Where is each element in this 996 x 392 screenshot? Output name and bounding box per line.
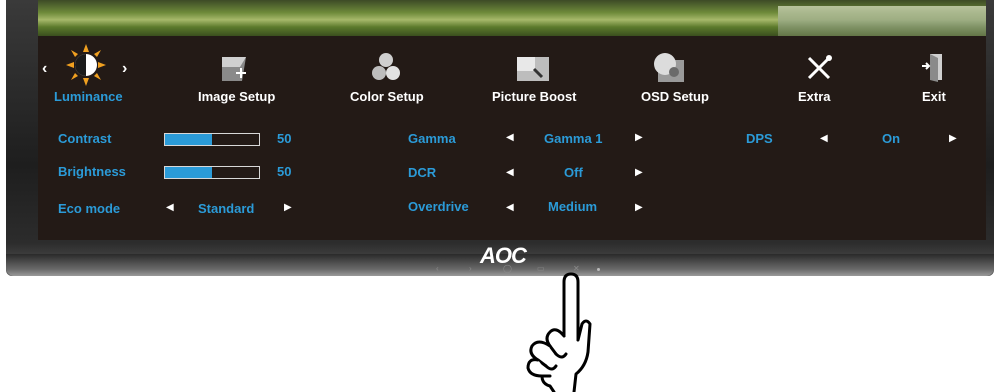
tab-exit[interactable]: Exit [922,89,946,104]
tab-color-setup[interactable]: Color Setup [350,89,424,104]
dcr-label: DCR [408,165,437,180]
tab-picture-boost[interactable]: Picture Boost [492,89,577,104]
gamma-value: Gamma 1 [544,131,603,146]
overdrive-label: Overdrive [408,199,469,214]
osd-setup-icon[interactable] [652,52,686,84]
contrast-slider-fill [165,134,212,145]
sun-brightness-icon[interactable] [66,44,106,86]
exit-door-icon[interactable] [922,52,944,82]
eco-mode-label: Eco mode [58,201,121,216]
tab-image-setup[interactable]: Image Setup [198,89,275,104]
gamma-left-arrow-icon[interactable]: ◀ [506,133,514,143]
tab-luminance[interactable]: Luminance [54,89,123,104]
hw-left-button[interactable]: ‹ [436,264,439,273]
brightness-slider[interactable] [164,166,260,179]
brightness-slider-fill [165,167,212,178]
contrast-slider[interactable] [164,133,260,146]
picture-boost-icon[interactable] [516,56,550,82]
overdrive-value: Medium [548,199,598,214]
dcr-right-arrow-icon[interactable]: ▶ [635,168,643,178]
brightness-value: 50 [277,164,292,179]
tools-icon[interactable] [806,55,832,81]
dps-right-arrow-icon[interactable]: ▶ [949,134,957,144]
gamma-right-arrow-icon[interactable]: ▶ [635,133,643,143]
dcr-left-arrow-icon[interactable]: ◀ [506,168,514,178]
image-setup-icon[interactable] [220,55,250,83]
dps-value: On [882,131,901,146]
overdrive-left-arrow-icon[interactable]: ◀ [506,203,514,213]
tab-osd-setup[interactable]: OSD Setup [641,89,709,104]
dps-label: DPS [746,131,773,146]
eco-mode-left-arrow-icon[interactable]: ◀ [166,203,174,213]
gamma-label: Gamma [408,131,456,146]
hw-power-button[interactable]: ◯ [503,264,512,273]
color-setup-icon[interactable] [372,52,400,82]
eco-mode-value: Standard [198,201,255,216]
chevron-right-icon[interactable]: › [122,60,127,78]
eco-mode-right-arrow-icon[interactable]: ▶ [284,203,292,213]
overdrive-right-arrow-icon[interactable]: ▶ [635,203,643,213]
dcr-value: Off [564,165,583,180]
hw-right-button[interactable]: › [469,264,472,273]
monitor-screen: ‹ › Luminance Image Setup Color Setup Pi… [38,0,986,240]
tab-extra[interactable]: Extra [798,89,831,104]
desktop-wallpaper [38,0,986,36]
pointing-hand-icon [526,272,592,392]
dps-left-arrow-icon[interactable]: ◀ [820,134,828,144]
contrast-value: 50 [277,131,292,146]
contrast-label: Contrast [58,131,112,146]
chevron-left-icon[interactable]: ‹ [42,60,47,78]
brightness-label: Brightness [58,164,126,179]
